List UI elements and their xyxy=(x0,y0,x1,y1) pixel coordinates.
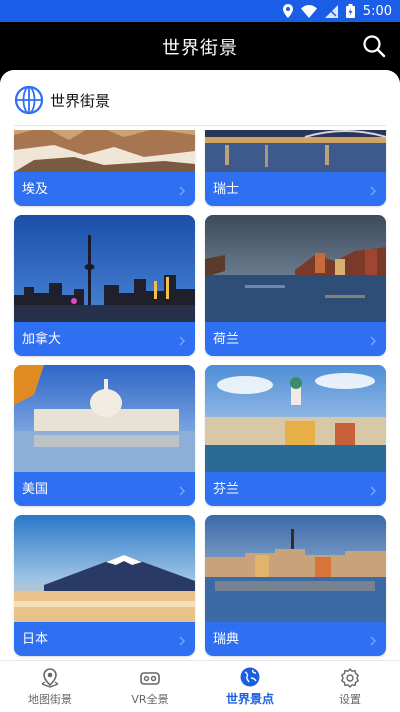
destination-name: 瑞士 xyxy=(213,182,240,197)
status-time: 5:00 xyxy=(362,3,392,19)
destination-image xyxy=(14,515,195,622)
app-bar: 世界街景 xyxy=(0,22,400,70)
chevron-right-icon xyxy=(370,186,377,196)
signal-icon xyxy=(324,4,338,18)
wifi-icon xyxy=(300,4,317,18)
bottom-tab-bar: 地图街景 VR全景 世界景点 设置 xyxy=(0,660,400,712)
chevron-right-icon xyxy=(370,336,377,346)
search-icon[interactable] xyxy=(362,34,386,58)
destination-image xyxy=(205,215,386,322)
gear-icon xyxy=(341,667,359,688)
chevron-right-icon xyxy=(370,636,377,646)
divider xyxy=(14,125,386,126)
destination-image xyxy=(14,130,195,172)
destination-card-netherlands[interactable]: 荷兰 xyxy=(205,215,386,356)
destination-image xyxy=(205,130,386,172)
chevron-right-icon xyxy=(179,336,186,346)
chevron-right-icon xyxy=(179,186,186,196)
destination-card-usa[interactable]: 美国 xyxy=(14,365,195,506)
globe-icon xyxy=(240,667,260,687)
destination-card-finland[interactable]: 芬兰 xyxy=(205,365,386,506)
destination-image xyxy=(14,215,195,322)
destination-name: 美国 xyxy=(22,482,49,497)
location-icon xyxy=(282,4,293,18)
destination-card-switzerland[interactable]: 瑞士 xyxy=(205,130,386,206)
section-header: 世界街景 xyxy=(14,84,110,116)
chevron-right-icon xyxy=(179,636,186,646)
destination-image xyxy=(205,515,386,622)
destination-card-egypt[interactable]: 埃及 xyxy=(14,130,195,206)
content-sheet: 世界街景 埃及 瑞士 加拿大 荷兰 美国 芬兰 日本 瑞典 xyxy=(0,70,400,660)
destination-image xyxy=(205,365,386,472)
tab-settings[interactable]: 设置 xyxy=(300,661,400,712)
destination-grid: 埃及 瑞士 加拿大 荷兰 美国 芬兰 日本 瑞典 xyxy=(0,130,400,660)
page-title: 世界街景 xyxy=(162,38,238,59)
chevron-right-icon xyxy=(179,486,186,496)
tab-map-street-view[interactable]: 地图街景 xyxy=(0,661,100,712)
destination-name: 日本 xyxy=(22,632,49,647)
destination-image xyxy=(14,365,195,472)
chevron-right-icon xyxy=(370,486,377,496)
destination-name: 埃及 xyxy=(22,182,49,197)
destination-name: 瑞典 xyxy=(213,632,240,647)
destination-card-canada[interactable]: 加拿大 xyxy=(14,215,195,356)
destination-name: 加拿大 xyxy=(22,332,62,347)
section-title: 世界街景 xyxy=(50,91,111,110)
tab-world-attractions[interactable]: 世界景点 xyxy=(200,661,300,712)
status-bar: 5:00 xyxy=(0,0,400,22)
globe-icon xyxy=(14,85,44,115)
tab-label: 设置 xyxy=(339,692,361,706)
vr-headset-icon xyxy=(140,671,160,685)
destination-card-sweden[interactable]: 瑞典 xyxy=(205,515,386,656)
destination-name: 芬兰 xyxy=(213,482,240,497)
tab-label: 地图街景 xyxy=(28,692,72,706)
tab-vr-panorama[interactable]: VR全景 xyxy=(100,661,200,712)
battery-icon xyxy=(345,4,355,18)
destination-card-japan[interactable]: 日本 xyxy=(14,515,195,656)
destination-name: 荷兰 xyxy=(213,332,240,347)
tab-label: VR全景 xyxy=(131,692,169,706)
map-pin-icon xyxy=(41,667,59,688)
tab-label: 世界景点 xyxy=(225,692,274,706)
